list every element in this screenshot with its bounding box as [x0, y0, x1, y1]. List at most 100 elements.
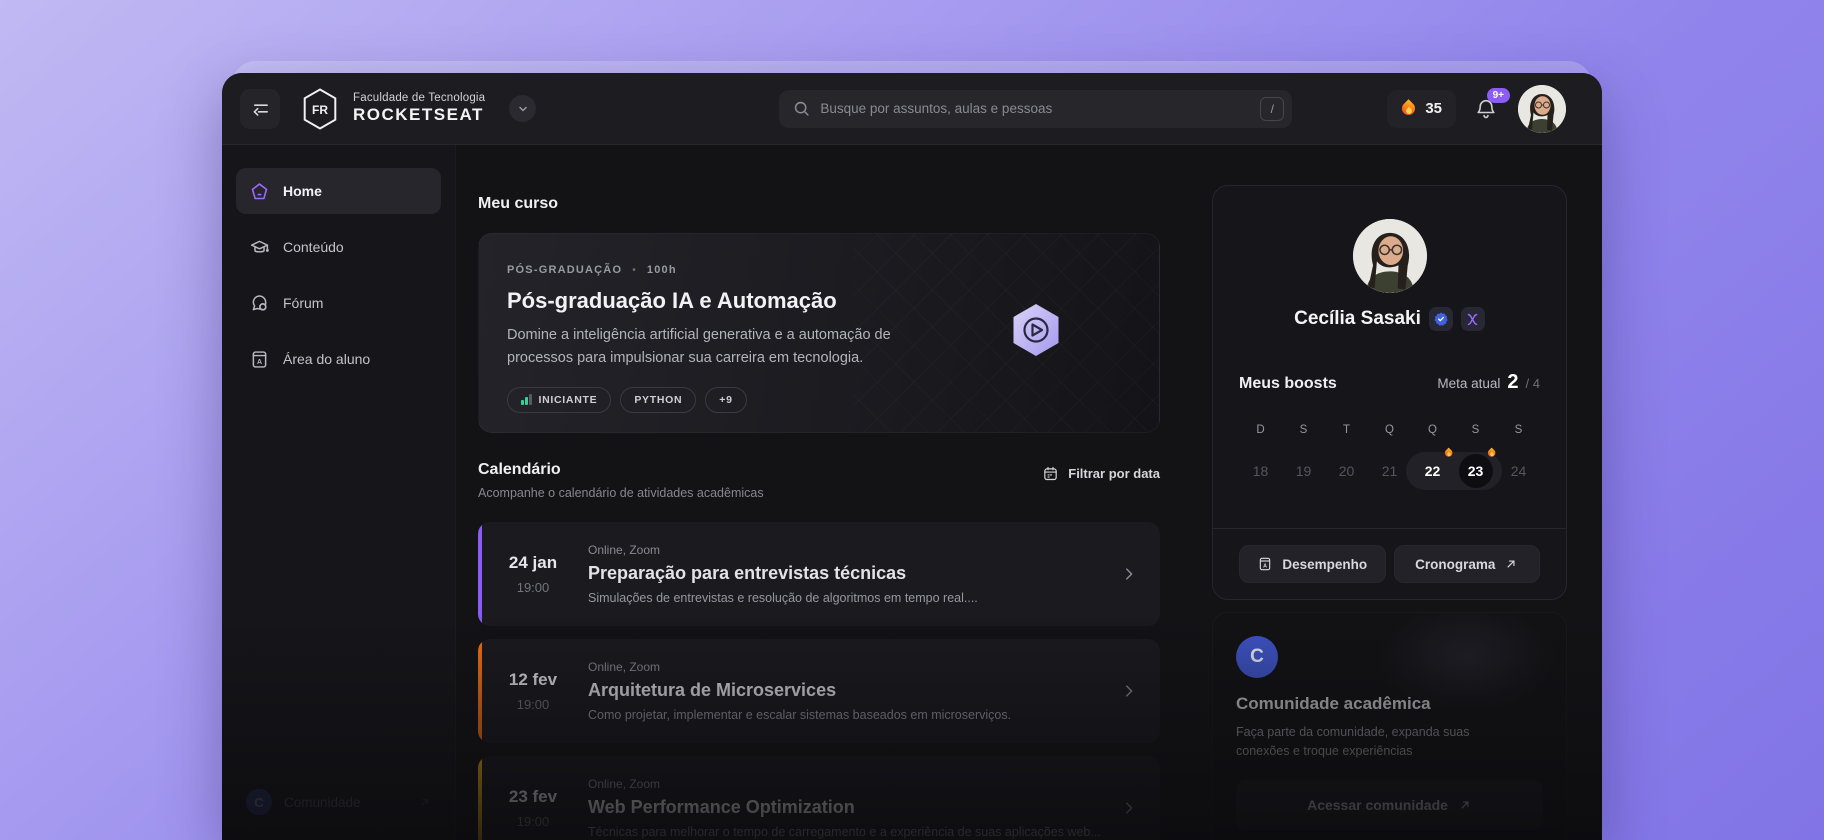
- brand-name: ROCKETSEAT: [353, 105, 484, 125]
- event-description: Como projetar, implementar e escalar sis…: [588, 708, 1012, 722]
- course-play-hexagon-icon: [1013, 304, 1059, 356]
- app-window: FR Faculdade de Tecnologia ROCKETSEAT /: [222, 73, 1602, 840]
- goal-current: 2: [1507, 371, 1519, 393]
- event-date: 24 jan 19:00: [508, 553, 558, 595]
- notifications-button[interactable]: 9+: [1474, 87, 1510, 121]
- sidebar-item-conteudo[interactable]: Conteúdo: [236, 224, 441, 270]
- goal-total: / 4: [1525, 376, 1540, 391]
- avatar-photo: [1352, 219, 1427, 293]
- notification-badge: 9+: [1486, 87, 1510, 103]
- svg-text:A: A: [1263, 563, 1267, 569]
- performance-label: Desempenho: [1282, 556, 1368, 572]
- event-title: Web Performance Optimization: [588, 797, 855, 817]
- streak-dates-row: 18 19 20 21 22 23 24: [1239, 452, 1540, 490]
- date-cell: 18: [1252, 463, 1269, 479]
- profile-actions: A Desempenho Cronograma: [1239, 545, 1540, 583]
- course-duration: 100h: [646, 264, 677, 276]
- external-link-icon: [421, 798, 428, 806]
- svg-text:FR: FR: [312, 103, 328, 117]
- rocketseat-hexagon-logo-icon: FR: [303, 87, 337, 130]
- access-community-button[interactable]: Acessar comunidade: [1236, 779, 1543, 830]
- svg-text:A: A: [257, 358, 262, 365]
- event-list: 24 jan 19:00 Online, Zoom Preparação par…: [478, 522, 1160, 840]
- sidebar-item-forum[interactable]: Fórum: [236, 280, 441, 326]
- meta-separator: •: [632, 264, 637, 276]
- home-icon: [249, 181, 270, 202]
- notebook-a-icon: A: [1260, 557, 1271, 571]
- date-cell-today: 23: [1454, 454, 1497, 488]
- chevron-right-icon: [1126, 802, 1133, 814]
- flame-icon: [1401, 100, 1416, 117]
- flame-icon: [1444, 448, 1453, 458]
- sidebar-item-label: Comunidade: [284, 794, 361, 810]
- event-location: Online, Zoom: [588, 777, 661, 791]
- chat-bubble-icon: [249, 293, 270, 314]
- sidebar: Home Conteúdo Fórum A Área do aluno C Co…: [222, 145, 456, 840]
- event-description: Simulações de entrevistas e resolução de…: [588, 591, 978, 605]
- community-description: Faça parte da comunidade, expanda suas c…: [1236, 725, 1470, 759]
- profile-name-row: Cecília Sasaki: [1239, 307, 1540, 331]
- schedule-button[interactable]: Cronograma: [1393, 545, 1540, 583]
- sidebar-item-label: Área do aluno: [283, 351, 371, 367]
- event-row[interactable]: 24 jan 19:00 Online, Zoom Preparação par…: [478, 522, 1160, 626]
- event-title: Preparação para entrevistas técnicas: [588, 563, 907, 583]
- page-title: Meu curso: [478, 195, 559, 212]
- tag-python[interactable]: PYTHON: [620, 386, 697, 413]
- sidebar-item-comunidade[interactable]: C Comunidade: [236, 780, 441, 824]
- date-cell-streak: 22: [1411, 454, 1454, 488]
- arrow-up-right-icon: [1461, 801, 1469, 809]
- calendar-subtitle: Acompanhe o calendário de atividades aca…: [478, 486, 764, 500]
- profile-avatar[interactable]: [1352, 219, 1427, 293]
- tag-level[interactable]: INICIANTE: [507, 386, 612, 413]
- course-meta: PÓS-GRADUAÇÃO • 100h: [507, 264, 1131, 276]
- community-logo-icon: C: [1236, 636, 1278, 678]
- event-description: Técnicas para melhorar o tempo de carreg…: [588, 825, 1101, 839]
- schedule-label: Cronograma: [1415, 556, 1496, 572]
- search-input[interactable]: [820, 101, 1251, 116]
- performance-button[interactable]: A Desempenho: [1239, 545, 1386, 583]
- divider: [1213, 528, 1566, 529]
- brand-switcher-button[interactable]: [509, 95, 537, 122]
- chevron-right-icon: [1126, 568, 1133, 580]
- event-accent-bar: [478, 756, 482, 840]
- arrow-up-right-icon: [1507, 560, 1515, 568]
- brand-logo[interactable]: FR Faculdade de Tecnologia ROCKETSEAT: [300, 87, 485, 131]
- calendar-title: Calendário: [478, 461, 561, 478]
- event-row[interactable]: 12 fev 19:00 Online, Zoom Arquitetura de…: [478, 639, 1160, 743]
- filter-by-date-button[interactable]: Filtrar por data: [1042, 461, 1160, 482]
- streak-count: 35: [1425, 100, 1442, 117]
- search-icon: [795, 101, 809, 116]
- date-cell: 24: [1510, 463, 1527, 479]
- chevron-right-icon: [1126, 685, 1133, 697]
- event-location: Online, Zoom: [588, 543, 661, 557]
- event-row[interactable]: 23 fev 19:00 Online, Zoom Web Performanc…: [478, 756, 1160, 840]
- access-community-label: Acessar comunidade: [1307, 796, 1448, 813]
- course-tags: INICIANTE PYTHON +9: [507, 386, 1131, 413]
- date-cell: 21: [1381, 463, 1398, 479]
- course-category: PÓS-GRADUAÇÃO: [507, 264, 623, 276]
- event-accent-bar: [478, 522, 482, 626]
- sidebar-item-label: Conteúdo: [283, 239, 344, 255]
- boosts-title: Meus boosts: [1239, 375, 1337, 392]
- collapse-sidebar-icon: [253, 104, 268, 116]
- weekday-row: D S T Q Q S S: [1256, 424, 1523, 436]
- streak-counter[interactable]: 35: [1387, 89, 1456, 128]
- event-accent-bar: [478, 639, 482, 743]
- event-date: 23 fev 19:00: [508, 787, 558, 829]
- course-description: Domine a inteligência artificial generat…: [507, 327, 891, 367]
- top-bar: FR Faculdade de Tecnologia ROCKETSEAT /: [222, 73, 1602, 145]
- sidebar-item-home[interactable]: Home: [236, 168, 441, 214]
- rocketseat-x-badge-icon: [1460, 307, 1485, 331]
- profile-card: Cecília Sasaki Meus boosts Meta atual 2 …: [1212, 185, 1567, 600]
- sidebar-collapse-button[interactable]: [240, 88, 280, 129]
- sidebar-item-area-do-aluno[interactable]: A Área do aluno: [236, 336, 441, 382]
- profile-name: Cecília Sasaki: [1294, 308, 1421, 329]
- search-bar[interactable]: /: [779, 89, 1293, 128]
- course-card[interactable]: PÓS-GRADUAÇÃO • 100h Pós-graduação IA e …: [478, 233, 1160, 433]
- level-bars-icon: [521, 394, 532, 406]
- tag-more[interactable]: +9: [705, 386, 747, 413]
- verified-badge-icon: [1428, 307, 1453, 331]
- calendar-header: Calendário Acompanhe o calendário de ati…: [478, 461, 1160, 500]
- user-avatar[interactable]: [1518, 84, 1566, 133]
- community-title: Comunidade acadêmica: [1236, 694, 1431, 713]
